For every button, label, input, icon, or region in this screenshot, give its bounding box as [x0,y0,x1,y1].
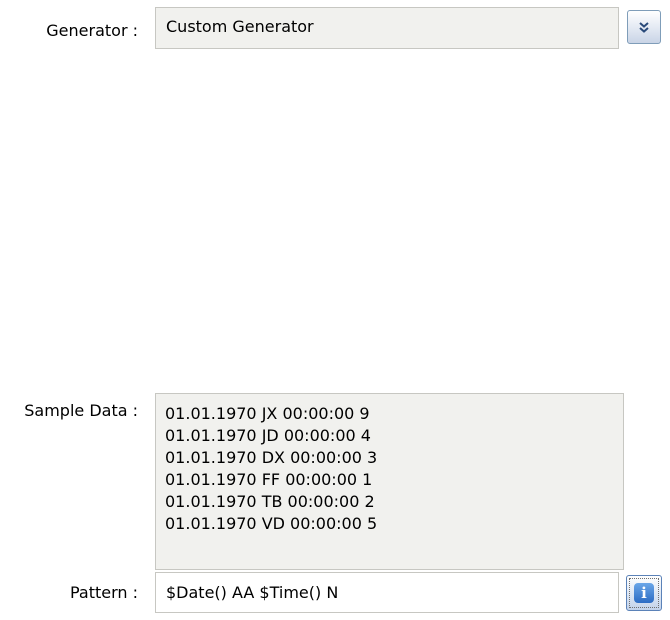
sample-data-label: Sample Data : [24,401,138,420]
generator-panel: Generator : Custom Generator Sample Data… [0,0,670,620]
sample-data-list[interactable]: 01.01.1970 JX 00:00:00 9 01.01.1970 JD 0… [155,393,624,570]
sample-data-line: 01.01.1970 JD 00:00:00 4 [165,426,371,445]
generator-dropdown-button[interactable] [627,10,661,44]
double-chevron-down-icon [639,22,649,33]
pattern-input[interactable] [155,572,619,613]
sample-data-line: 01.01.1970 TB 00:00:00 2 [165,492,375,511]
sample-data-line: 01.01.1970 DX 00:00:00 3 [165,448,378,467]
generator-label: Generator : [46,21,138,40]
pattern-label: Pattern : [69,583,138,602]
sample-data-line: 01.01.1970 FF 00:00:00 1 [165,470,373,489]
pattern-info-button[interactable]: i [626,575,662,611]
generator-value: Custom Generator [166,17,314,36]
sample-data-line: 01.01.1970 JX 00:00:00 9 [165,404,370,423]
info-icon: i [634,583,654,603]
generator-field[interactable]: Custom Generator [155,7,619,49]
sample-data-line: 01.01.1970 VD 00:00:00 5 [165,514,378,533]
